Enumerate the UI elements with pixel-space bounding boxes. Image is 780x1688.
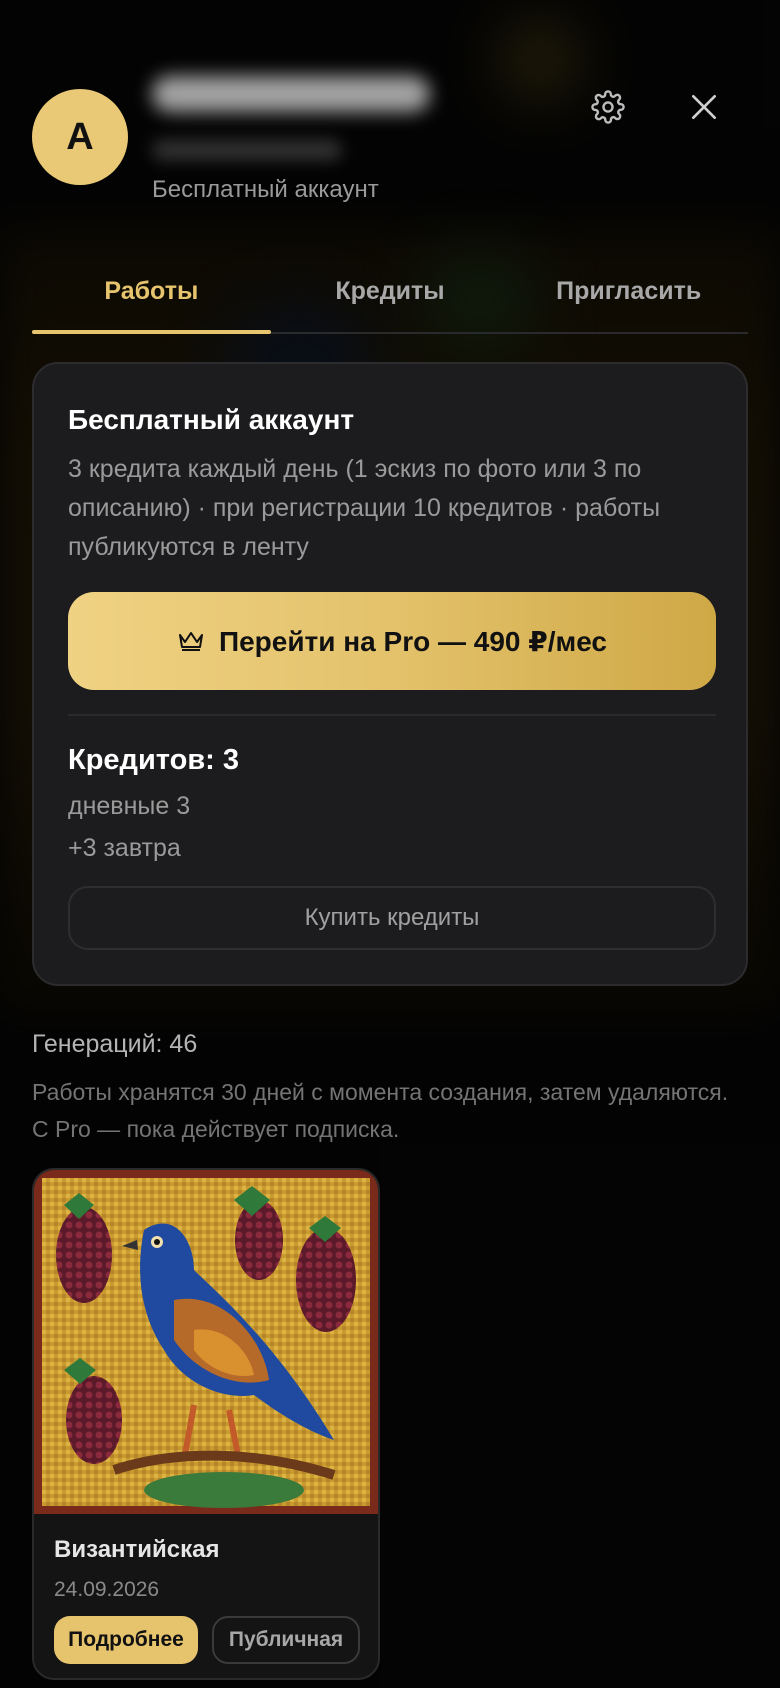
- plan-card: Бесплатный аккаунт 3 кредита каждый день…: [32, 362, 748, 986]
- details-button[interactable]: Подробнее: [54, 1616, 198, 1664]
- daily-credits: дневные 3: [68, 792, 191, 820]
- close-button[interactable]: [680, 83, 728, 131]
- buy-credits-button[interactable]: Купить кредиты: [68, 886, 716, 950]
- work-card[interactable]: Византийская 24.09.2026 Подробнее Публич…: [32, 1168, 380, 1680]
- user-name-redacted: [152, 76, 430, 112]
- close-icon: [692, 95, 716, 119]
- work-date: 24.09.2026: [54, 1578, 160, 1601]
- card-divider: [68, 714, 716, 716]
- work-title: Византийская: [54, 1536, 220, 1563]
- work-thumbnail[interactable]: [34, 1170, 378, 1514]
- profile-tabs: Работы Кредиты Пригласить: [32, 250, 748, 334]
- settings-button[interactable]: [584, 83, 632, 131]
- plan-title: Бесплатный аккаунт: [68, 404, 355, 435]
- plan-description: 3 кредита каждый день (1 эскиз по фото и…: [68, 455, 661, 561]
- user-email-redacted: [152, 140, 342, 160]
- credits-balance: Кредитов: 3: [68, 744, 239, 776]
- tab-works[interactable]: Работы: [32, 250, 271, 334]
- storage-note: Работы хранятся 30 дней с момента создан…: [32, 1079, 729, 1142]
- tomorrow-credits: +3 завтра: [68, 834, 181, 862]
- account-type-label: Бесплатный аккаунт: [152, 176, 379, 203]
- upgrade-pro-button[interactable]: Перейти на Pro — 490 ₽/мес: [68, 592, 716, 690]
- generations-count: Генераций: 46: [32, 1030, 198, 1058]
- avatar: А: [32, 89, 128, 185]
- upgrade-pro-label: Перейти на Pro — 490 ₽/мес: [218, 625, 608, 657]
- crown-icon: [178, 632, 203, 651]
- tab-credits[interactable]: Кредиты: [271, 250, 510, 332]
- gear-icon: [591, 90, 625, 124]
- visibility-badge[interactable]: Публичная: [212, 1616, 360, 1664]
- tab-invite[interactable]: Пригласить: [509, 250, 748, 332]
